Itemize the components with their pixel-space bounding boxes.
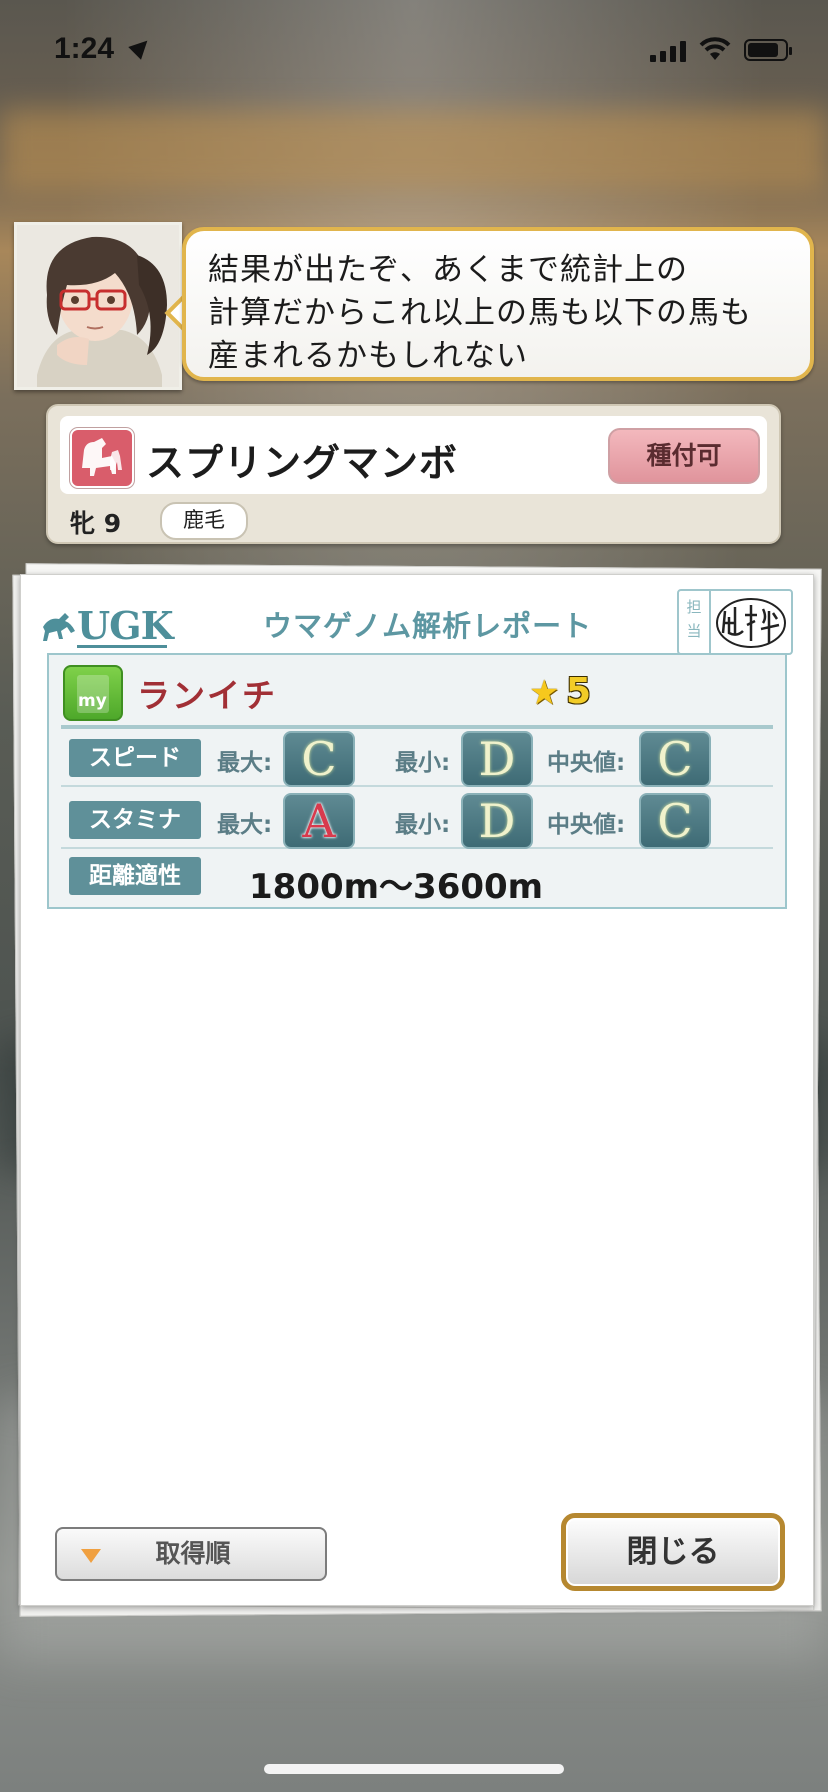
star-rank: 5 xyxy=(566,671,592,712)
my-file-icon: my xyxy=(63,665,123,721)
stamp-divider xyxy=(709,591,711,653)
close-button[interactable]: 閉じる xyxy=(561,1513,785,1591)
stamina-min-label: 最小: xyxy=(395,812,451,838)
home-indicator[interactable] xyxy=(264,1764,564,1774)
distance-row: 距離適性 1800m〜3600m xyxy=(61,849,773,907)
gene-name: ランイチ xyxy=(137,676,277,715)
coat-color-badge: 鹿毛 xyxy=(160,502,248,540)
horse-name-row: スプリングマンボ 種付可 xyxy=(60,416,767,494)
signature-stamp xyxy=(716,598,786,648)
logo-text: UGK xyxy=(77,603,174,648)
speed-min-grade: D xyxy=(461,731,533,787)
cellular-signal-icon xyxy=(650,40,690,62)
star-icon: ★ xyxy=(529,673,560,713)
speed-max-grade: C xyxy=(283,731,355,787)
stamina-row: スタミナ 最大: A 最小: D 中央値: C xyxy=(61,789,773,849)
speed-row: スピード 最大: C 最小: D 中央値: C xyxy=(61,727,773,787)
my-icon-text: my xyxy=(78,691,107,711)
stamina-median-grade: C xyxy=(639,793,711,849)
speed-median-label: 中央値: xyxy=(547,750,626,776)
status-time: 1:24 xyxy=(54,32,115,65)
gene-header-row: my ランイチ ★ 5 xyxy=(61,661,773,729)
speed-label: スピード xyxy=(69,739,201,777)
character-portrait xyxy=(14,222,182,390)
distance-label: 距離適性 xyxy=(69,857,201,895)
genome-report-sheet: UGK ウマゲノム解析レポート 担当 my ランイチ ★ 5 スピード 最大: … xyxy=(20,574,814,1606)
speech-line-1: 結果が出たぞ、あくまで統計上の xyxy=(208,252,688,288)
stamina-median-label: 中央値: xyxy=(547,812,626,838)
status-bar: 1:24 xyxy=(0,0,828,96)
speech-bubble[interactable]: 結果が出たぞ、あくまで統計上の 計算だからこれ以上の馬も以下の馬も 産まれるかも… xyxy=(182,227,814,381)
logo-underline xyxy=(77,645,167,648)
sort-order-label: 取得順 xyxy=(155,1539,231,1568)
wifi-icon xyxy=(698,36,732,62)
speed-min-label: 最小: xyxy=(395,750,451,776)
stamp-label: 担当 xyxy=(686,598,702,640)
speech-line-2: 計算だからこれ以上の馬も以下の馬も xyxy=(208,295,752,331)
report-title: ウマゲノム解析レポート xyxy=(263,609,593,643)
speed-max-label: 最大: xyxy=(217,750,273,776)
stamina-label: スタミナ xyxy=(69,801,201,839)
mare-foal-icon xyxy=(70,428,134,488)
location-arrow-icon xyxy=(128,34,154,60)
horse-info-card: スプリングマンボ 種付可 牝 9 鹿毛 xyxy=(46,404,781,544)
breedable-button[interactable]: 種付可 xyxy=(608,428,760,484)
sex-age-label: 牝 9 xyxy=(70,509,122,538)
speech-line-3: 産まれるかもしれない xyxy=(208,338,528,374)
horse-name: スプリングマンボ xyxy=(146,441,459,485)
gene-report-panel: my ランイチ ★ 5 スピード 最大: C 最小: D 中央値: C スタミナ… xyxy=(47,653,787,909)
stamina-min-grade: D xyxy=(461,793,533,849)
sort-order-button[interactable]: 取得順 xyxy=(55,1527,327,1581)
speed-median-grade: C xyxy=(639,731,711,787)
stamp-box: 担当 xyxy=(677,589,793,655)
distance-value: 1800m〜3600m xyxy=(249,867,544,907)
jockey-horse-icon xyxy=(41,607,81,647)
stamina-max-label: 最大: xyxy=(217,812,273,838)
stamina-max-grade: A xyxy=(283,793,355,849)
close-label: 閉じる xyxy=(626,1534,720,1570)
battery-icon xyxy=(744,39,792,61)
